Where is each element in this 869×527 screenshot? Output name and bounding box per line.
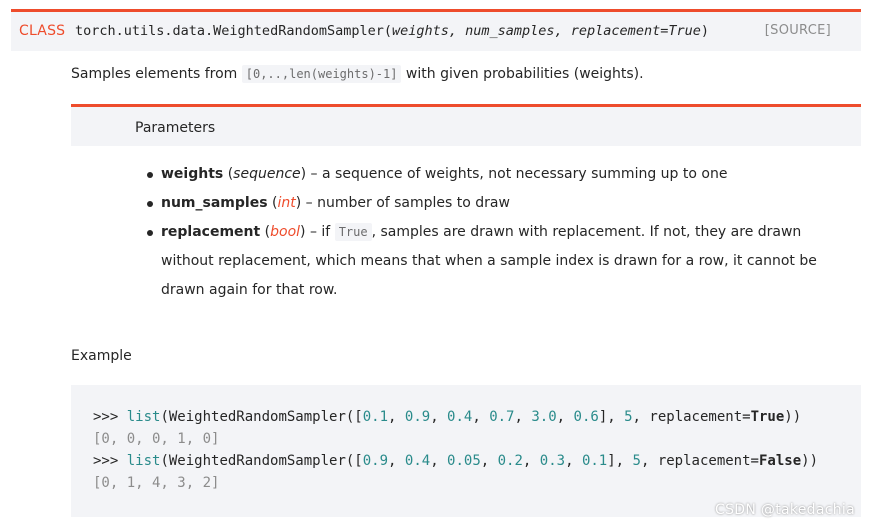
- code-output-2: [0, 1, 4, 3, 2]: [93, 475, 220, 491]
- type-open: (: [260, 224, 271, 240]
- code-number: 5: [624, 409, 633, 425]
- code-number: 0.7: [489, 409, 515, 425]
- code-bool: True: [750, 409, 785, 425]
- param-desc-code: True: [334, 223, 372, 241]
- description-text: Samples elements from: [71, 66, 242, 82]
- param-type-link[interactable]: bool: [270, 224, 300, 240]
- source-link[interactable]: [SOURCE]: [765, 23, 831, 38]
- parameters-header: Parameters: [71, 104, 861, 146]
- param-name: weights: [161, 166, 224, 182]
- param-desc: – number of samples to draw: [301, 195, 510, 211]
- code-number: 0.2: [497, 453, 523, 469]
- class-keyword: CLASS: [19, 23, 66, 39]
- code-number: 0.6: [573, 409, 599, 425]
- description-code: [0,..,len(weights)-1]: [241, 65, 402, 83]
- code-close: )): [801, 453, 818, 469]
- param-item-num-samples: num_samples (int) – number of samples to…: [147, 189, 857, 218]
- code-close: )): [784, 409, 802, 425]
- code-number: 0.1: [362, 409, 389, 425]
- code-keyword-arg: replacement=: [657, 453, 759, 469]
- param-name: replacement: [161, 224, 261, 240]
- parameters-title: Parameters: [135, 120, 216, 136]
- code-keyword-arg: replacement=: [649, 409, 751, 425]
- watermark: CSDN @takedachia: [715, 502, 855, 518]
- param-desc: – a sequence of weights, not necessary s…: [306, 166, 728, 182]
- class-signature: CLASS torch.utils.data.WeightedRandomSam…: [11, 9, 861, 51]
- example-heading: Example: [71, 348, 132, 364]
- code-number: 0.4: [404, 453, 431, 469]
- param-name: num_samples: [161, 195, 268, 211]
- code-number: 0.9: [362, 453, 389, 469]
- param-item-replacement: replacement (bool) – if True, samples ar…: [147, 218, 857, 305]
- code-number: 0.05: [447, 453, 481, 469]
- code-number: 0.3: [539, 453, 566, 469]
- code-call: (WeightedRandomSampler([: [160, 409, 363, 425]
- code-function: list: [126, 409, 161, 425]
- code-output-1: [0, 0, 0, 1, 0]: [93, 431, 220, 447]
- code-line-2: >>> list(WeightedRandomSampler([0.9, 0.4…: [93, 453, 818, 469]
- code-function: list: [126, 453, 161, 469]
- code-number: 0.1: [581, 453, 608, 469]
- code-call: (WeightedRandomSampler([: [160, 453, 363, 469]
- param-item-weights: weights (sequence) – a sequence of weigh…: [147, 160, 857, 189]
- parameter-list: weights (sequence) – a sequence of weigh…: [147, 160, 857, 305]
- param-desc-before: – if: [305, 224, 335, 240]
- code-line-1: >>> list(WeightedRandomSampler([0.1, 0.9…: [93, 409, 802, 425]
- class-name: torch.utils.data.WeightedRandomSampler(w…: [75, 23, 709, 39]
- param-type: sequence: [233, 166, 301, 182]
- code-bool: False: [758, 453, 802, 469]
- type-open: (: [267, 195, 278, 211]
- code-number: 0.4: [447, 409, 473, 425]
- code-prompt: >>>: [93, 409, 127, 425]
- code-block: >>> list(WeightedRandomSampler([0.1, 0.9…: [71, 385, 861, 517]
- code-number: 5: [632, 453, 641, 469]
- class-params: weights, num_samples, replacement=True: [391, 23, 701, 39]
- code-prompt: >>>: [93, 453, 127, 469]
- class-description: Samples elements from [0,..,len(weights)…: [71, 65, 644, 83]
- class-close-paren: ): [700, 23, 709, 39]
- code-number: 0.9: [404, 409, 431, 425]
- class-path: torch.utils.data.WeightedRandomSampler(: [75, 23, 392, 39]
- code-number: 3.0: [531, 409, 557, 425]
- description-text-after: with given probabilities (weights).: [401, 66, 644, 82]
- param-type-link[interactable]: int: [277, 195, 295, 211]
- type-open: (: [223, 166, 234, 182]
